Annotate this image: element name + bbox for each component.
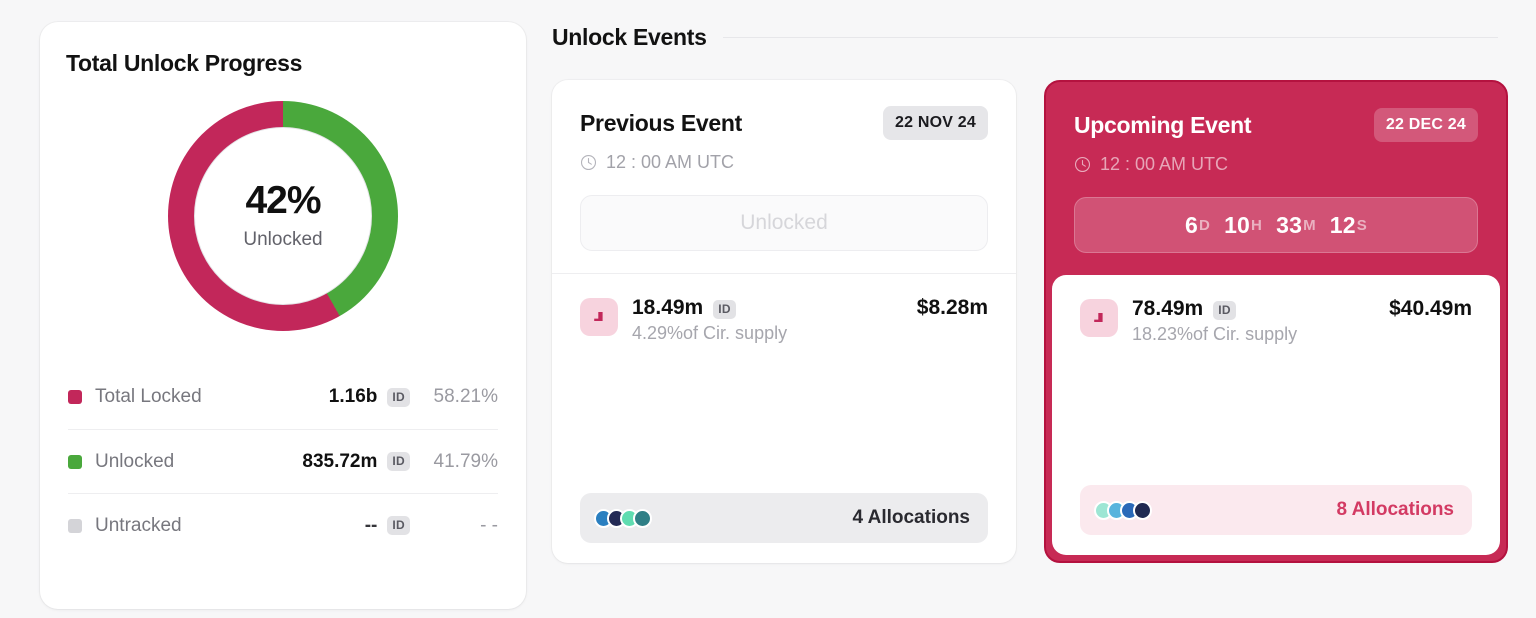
- id-chip: ID: [713, 300, 736, 320]
- legend-row-unlocked: Unlocked 835.72m ID 41.79%: [68, 429, 498, 493]
- previous-event-title-row: Previous Event 22 NOV 24: [580, 106, 988, 140]
- legend-label-total-locked: Total Locked: [95, 386, 202, 407]
- previous-event-supply-share: 4.29%of Cir. supply: [632, 323, 788, 343]
- upcoming-event-title-row: Upcoming Event 22 DEC 24: [1074, 108, 1478, 142]
- previous-event-amount: 18.49m: [632, 296, 704, 319]
- legend-label-untracked: Untracked: [95, 514, 182, 536]
- previous-event-amount-block: 18.49m ID $8.28m 4.29%of Cir. supply: [580, 296, 988, 344]
- unlock-events-header: Unlock Events: [552, 24, 1516, 51]
- id-chip: ID: [387, 387, 410, 407]
- countdown-seconds: 12: [1329, 211, 1356, 238]
- upcoming-event-header: Upcoming Event 22 DEC 24 12 : 00 AM UTC: [1046, 82, 1506, 275]
- unlock-token-icon: [580, 298, 618, 336]
- event-cards: Previous Event 22 NOV 24 12 : 00 AM UTC …: [552, 80, 1516, 563]
- countdown-days: 6: [1185, 211, 1199, 238]
- previous-event-card[interactable]: Previous Event 22 NOV 24 12 : 00 AM UTC …: [552, 80, 1016, 563]
- clock-icon: [1074, 156, 1091, 173]
- previous-event-date-badge: 22 NOV 24: [883, 106, 988, 140]
- id-chip: ID: [387, 516, 410, 535]
- previous-event-status: Unlocked: [580, 195, 988, 251]
- total-unlock-progress-card: Total Unlock Progress 42% Unlocked Total…: [40, 22, 526, 609]
- allocation-avatar: [1133, 500, 1152, 520]
- legend-label-unlocked: Unlocked: [95, 450, 175, 472]
- legend-percent-total-locked: 58.21%: [433, 386, 498, 407]
- id-chip: ID: [387, 452, 410, 471]
- previous-event-amounts: 18.49m ID $8.28m 4.29%of Cir. supply: [632, 296, 988, 344]
- donut-sub-label: Unlocked: [243, 229, 323, 250]
- countdown-minutes-unit: M: [1303, 216, 1316, 234]
- upcoming-event-allocations-count: 8 Allocations: [1336, 499, 1454, 520]
- legend-row-total-locked: Total Locked 1.16b ID 58.21%: [68, 365, 498, 429]
- legend: Total Locked 1.16b ID 58.21% Unlocked 83…: [64, 365, 502, 557]
- page-title: Total Unlock Progress: [66, 50, 303, 76]
- previous-event-time: 12 : 00 AM UTC: [606, 152, 735, 172]
- legend-swatch-total-locked: [68, 390, 82, 404]
- section-title: Unlock Events: [552, 24, 707, 50]
- upcoming-event-amounts: 78.49m ID $40.49m 18.23%of Cir. supply: [1132, 297, 1472, 345]
- allocation-avatars: [594, 508, 652, 528]
- upcoming-event-time: 12 : 00 AM UTC: [1100, 154, 1229, 174]
- legend-row-untracked: Untracked -- ID - -: [68, 493, 498, 557]
- upcoming-event-allocations-bar[interactable]: 8 Allocations: [1080, 485, 1472, 535]
- countdown-minutes: 33: [1276, 211, 1303, 238]
- id-chip: ID: [1213, 301, 1236, 321]
- upcoming-event-body: 78.49m ID $40.49m 18.23%of Cir. supply 8 …: [1052, 275, 1500, 555]
- donut-percent-label: 42%: [245, 179, 321, 222]
- previous-event-title: Previous Event: [580, 109, 742, 136]
- upcoming-event-amount: 78.49m: [1132, 297, 1204, 320]
- countdown-hours: 10: [1224, 211, 1251, 238]
- allocation-avatar: [633, 508, 652, 528]
- upcoming-event-supply-share: 18.23%of Cir. supply: [1132, 324, 1298, 344]
- donut-center: 42% Unlocked: [194, 127, 372, 305]
- upcoming-event-time-row: 12 : 00 AM UTC: [1074, 154, 1478, 175]
- upcoming-event-date-badge: 22 DEC 24: [1373, 108, 1478, 142]
- legend-value-total-locked: 1.16b: [328, 386, 378, 407]
- countdown-seconds-unit: S: [1356, 216, 1367, 234]
- allocation-avatars: [1094, 500, 1152, 520]
- previous-event-usd-value: $8.28m: [916, 296, 988, 319]
- legend-swatch-unlocked: [68, 454, 82, 469]
- previous-event-body: 18.49m ID $8.28m 4.29%of Cir. supply 4 Al…: [552, 274, 1016, 563]
- previous-event-amount-group: 18.49m ID: [632, 296, 746, 320]
- countdown-days-unit: D: [1199, 216, 1211, 234]
- upcoming-event-countdown: 6 D 10 H 33 M 12 S: [1074, 197, 1478, 253]
- previous-event-header: Previous Event 22 NOV 24 12 : 00 AM UTC …: [552, 80, 1016, 274]
- legend-value-untracked: --: [364, 514, 378, 536]
- legend-percent-untracked: - -: [480, 514, 498, 536]
- header-divider: [722, 37, 1498, 38]
- unlock-donut-chart: 42% Unlocked: [168, 101, 398, 331]
- clock-icon: [580, 154, 597, 171]
- countdown-hours-unit: H: [1251, 216, 1263, 234]
- previous-event-amount-line: 18.49m ID $8.28m: [632, 296, 988, 320]
- legend-value-unlocked: 835.72m: [302, 450, 378, 472]
- previous-event-time-row: 12 : 00 AM UTC: [580, 152, 988, 173]
- unlock-events-section: Unlock Events Previous Event 22 NOV 24 1…: [552, 22, 1516, 563]
- upcoming-event-card[interactable]: Upcoming Event 22 DEC 24 12 : 00 AM UTC: [1044, 80, 1508, 563]
- upcoming-event-amount-group: 78.49m ID: [1132, 297, 1246, 321]
- upcoming-event-amount-line: 78.49m ID $40.49m: [1132, 297, 1472, 321]
- unlock-dashboard: Total Unlock Progress 42% Unlocked Total…: [0, 0, 1536, 618]
- previous-event-allocations-count: 4 Allocations: [852, 507, 970, 528]
- previous-event-allocations-bar[interactable]: 4 Allocations: [580, 493, 988, 543]
- legend-percent-unlocked: 41.79%: [433, 450, 498, 472]
- upcoming-event-amount-block: 78.49m ID $40.49m 18.23%of Cir. supply: [1080, 297, 1472, 345]
- legend-swatch-untracked: [68, 518, 82, 533]
- upcoming-event-usd-value: $40.49m: [1389, 297, 1472, 320]
- unlock-token-icon: [1080, 299, 1118, 337]
- upcoming-event-title: Upcoming Event: [1074, 111, 1252, 138]
